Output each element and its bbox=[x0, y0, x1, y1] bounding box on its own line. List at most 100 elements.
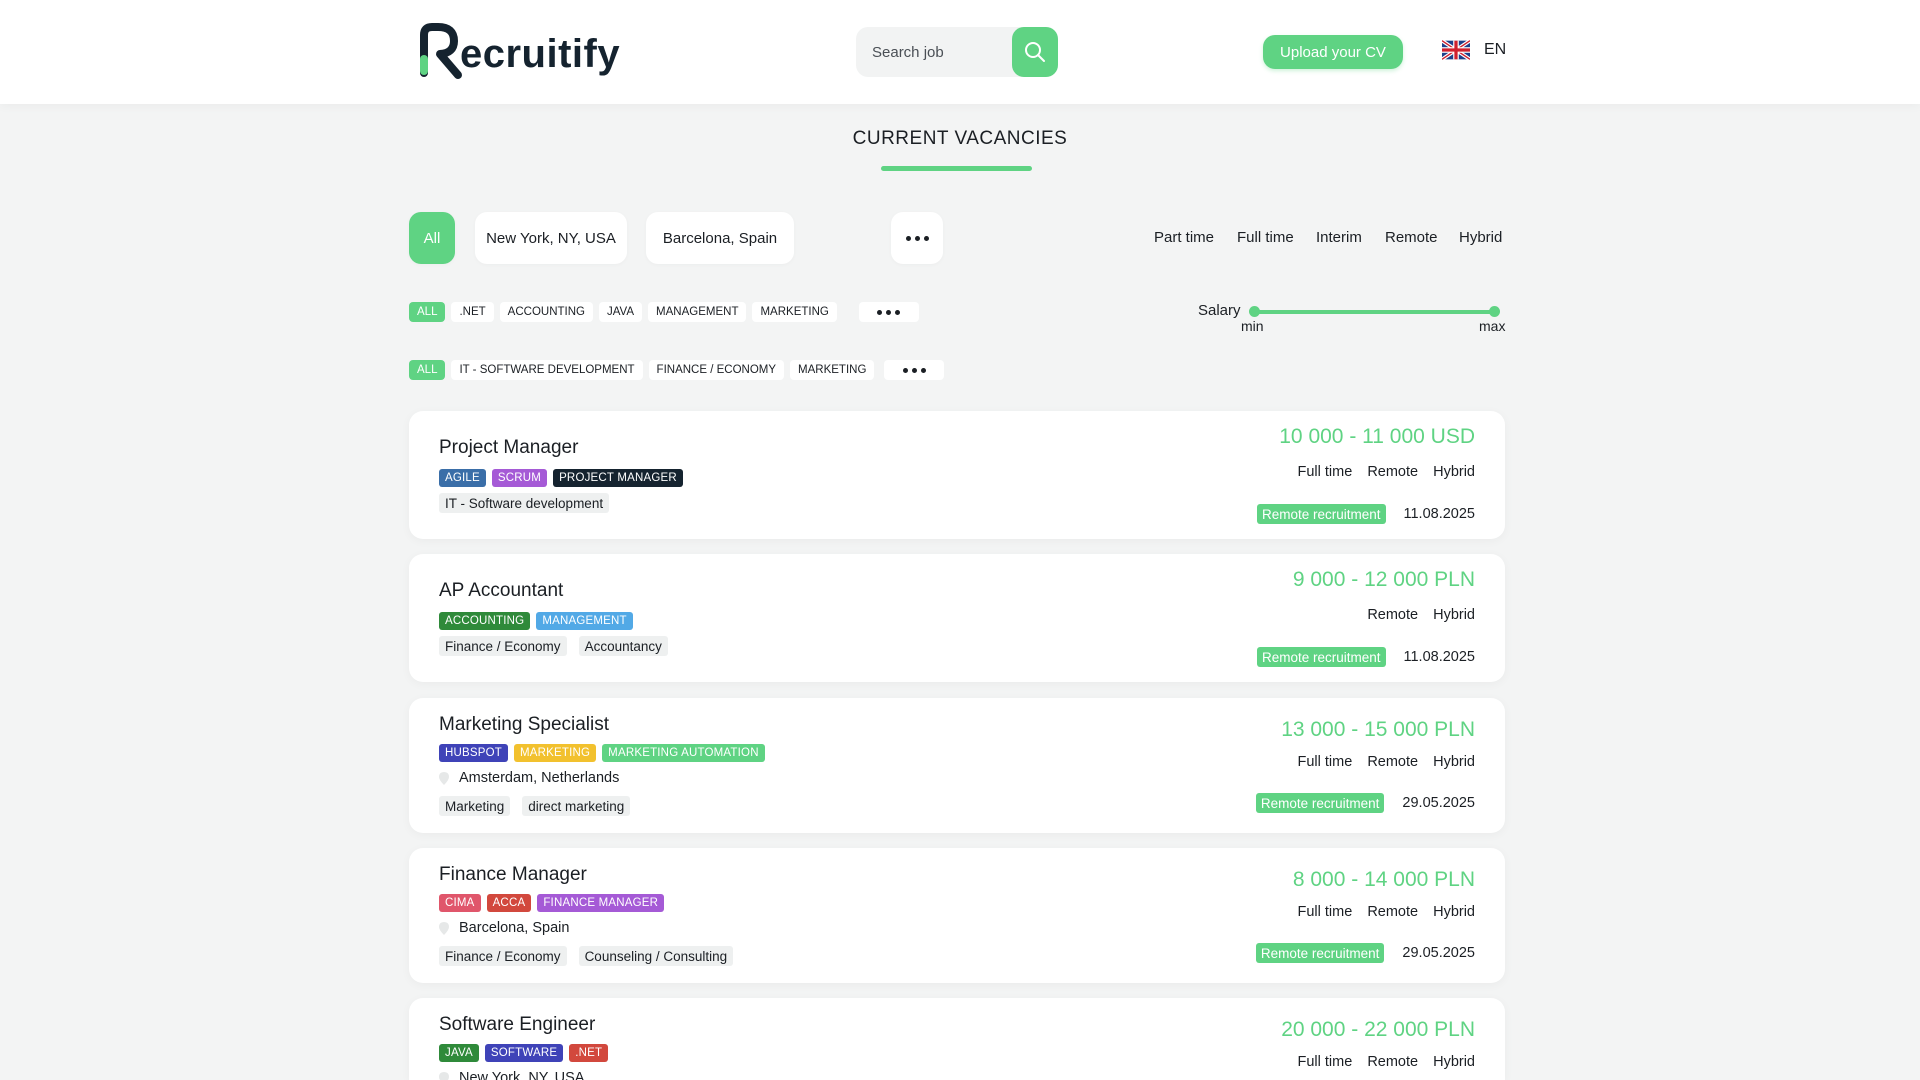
job-salary: 8 000 - 14 000 PLN bbox=[1292, 868, 1475, 891]
salary-slider-track[interactable] bbox=[1254, 310, 1496, 314]
salary-min-handle[interactable] bbox=[1249, 306, 1260, 317]
recruitify-logo[interactable]: ecruitify bbox=[414, 20, 620, 82]
upload-cv-button[interactable]: Upload your CV bbox=[1263, 35, 1403, 69]
work-type: Hybrid bbox=[1433, 464, 1475, 480]
skill-tag: MARKETING bbox=[514, 744, 597, 762]
language-selector[interactable]: EN bbox=[1442, 40, 1506, 60]
skill-tag: .NET bbox=[569, 1044, 609, 1062]
category-tag: IT - Software development bbox=[439, 493, 610, 513]
job-title[interactable]: AP Accountant bbox=[439, 580, 563, 602]
job-title[interactable]: Marketing Specialist bbox=[439, 714, 609, 736]
skill-tag: HUBSPOT bbox=[439, 744, 508, 762]
job-meta: Remote recruitment 29.05.2025 bbox=[1255, 943, 1475, 963]
worktype-remote[interactable]: Remote bbox=[1385, 229, 1438, 246]
job-location-text: Barcelona, Spain bbox=[459, 920, 570, 936]
job-card[interactable]: Finance Manager CIMA ACCA FINANCE MANAGE… bbox=[409, 848, 1505, 983]
salary-min-label: min bbox=[1241, 318, 1264, 334]
salary-max-handle[interactable] bbox=[1489, 306, 1500, 317]
work-type: Hybrid bbox=[1433, 607, 1475, 623]
job-work-types: Full time Remote Hybrid bbox=[1298, 904, 1475, 920]
skill-filter-all[interactable]: ALL bbox=[409, 302, 446, 322]
top-header: ecruitify Upload your CV EN bbox=[0, 0, 1920, 104]
skill-tag: SOFTWARE bbox=[484, 1044, 564, 1062]
job-location-text: Amsterdam, Netherlands bbox=[459, 770, 620, 786]
location-filter-barcelona[interactable]: Barcelona, Spain bbox=[646, 212, 794, 264]
job-salary: 13 000 - 15 000 PLN bbox=[1281, 718, 1475, 741]
category-tag: Accountancy bbox=[578, 636, 668, 656]
job-meta: Remote recruitment 11.08.2025 bbox=[1256, 647, 1475, 667]
job-card[interactable]: Software Engineer JAVA SOFTWARE .NET New… bbox=[409, 998, 1505, 1080]
category-tag: direct marketing bbox=[522, 796, 631, 816]
more-locations-button[interactable] bbox=[891, 212, 943, 264]
work-type: Remote bbox=[1367, 904, 1419, 920]
skill-tag: MARKETING AUTOMATION bbox=[602, 744, 765, 762]
job-salary: 20 000 - 22 000 PLN bbox=[1281, 1018, 1475, 1041]
work-type: Hybrid bbox=[1433, 904, 1475, 920]
job-skill-tags: JAVA SOFTWARE .NET bbox=[439, 1044, 609, 1062]
more-categories-button[interactable] bbox=[884, 360, 945, 380]
work-type: Remote bbox=[1367, 607, 1419, 623]
work-type: Remote bbox=[1367, 464, 1419, 480]
job-category-tags: IT - Software development bbox=[439, 493, 610, 513]
job-category-tags: Marketing direct marketing bbox=[439, 796, 631, 816]
worktype-interim[interactable]: Interim bbox=[1316, 229, 1362, 246]
job-card[interactable]: Marketing Specialist HUBSPOT MARKETING M… bbox=[409, 698, 1505, 833]
job-work-types: Full time Remote Hybrid bbox=[1298, 754, 1475, 770]
category-filter-all[interactable]: ALL bbox=[409, 360, 446, 380]
category-tag: Finance / Economy bbox=[439, 636, 567, 656]
skill-filter-marketing[interactable]: MARKETING bbox=[752, 302, 837, 322]
salary-max-label: max bbox=[1479, 318, 1506, 334]
language-code: EN bbox=[1484, 41, 1507, 58]
job-location: New York, NY, USA bbox=[439, 1070, 584, 1080]
job-date: 29.05.2025 bbox=[1402, 795, 1475, 811]
job-title[interactable]: Project Manager bbox=[439, 437, 578, 459]
job-salary: 9 000 - 12 000 PLN bbox=[1292, 568, 1475, 591]
more-skills-button[interactable] bbox=[858, 302, 919, 322]
location-pin-icon bbox=[439, 921, 449, 935]
remote-recruitment-badge: Remote recruitment bbox=[1255, 793, 1385, 813]
category-filter-marketing[interactable]: MARKETING bbox=[790, 360, 875, 380]
worktype-full-time[interactable]: Full time bbox=[1237, 229, 1294, 246]
category-filter-row: ALL IT - SOFTWARE DEVELOPMENT FINANCE / … bbox=[409, 360, 950, 380]
search-box bbox=[856, 27, 1058, 77]
skill-filter-dotnet[interactable]: .NET bbox=[451, 302, 494, 322]
page-title: CURRENT VACANCIES bbox=[852, 128, 1068, 149]
search-button[interactable] bbox=[1012, 27, 1058, 77]
skill-filter-accounting[interactable]: ACCOUNTING bbox=[499, 302, 593, 322]
job-skill-tags: CIMA ACCA FINANCE MANAGER bbox=[439, 894, 665, 912]
more-dots-icon bbox=[877, 309, 883, 315]
skill-tag: CIMA bbox=[439, 894, 481, 912]
worktype-hybrid[interactable]: Hybrid bbox=[1459, 229, 1502, 246]
worktype-part-time[interactable]: Part time bbox=[1154, 229, 1214, 246]
skill-filter-management[interactable]: MANAGEMENT bbox=[648, 302, 747, 322]
job-title[interactable]: Finance Manager bbox=[439, 864, 587, 886]
job-date: 11.08.2025 bbox=[1403, 506, 1476, 522]
job-skill-tags: HUBSPOT MARKETING MARKETING AUTOMATION bbox=[439, 744, 765, 762]
location-pin-icon bbox=[439, 1071, 449, 1080]
category-filter-it[interactable]: IT - SOFTWARE DEVELOPMENT bbox=[451, 360, 643, 380]
more-dots-icon bbox=[902, 367, 908, 373]
title-underline bbox=[881, 166, 1032, 171]
work-type: Full time bbox=[1297, 754, 1353, 770]
work-type: Remote bbox=[1367, 754, 1419, 770]
job-card[interactable]: AP Accountant ACCOUNTING MANAGEMENT Fina… bbox=[409, 554, 1505, 682]
work-type: Full time bbox=[1297, 464, 1353, 480]
job-work-types: Full time Remote Hybrid bbox=[1298, 464, 1475, 480]
job-card[interactable]: Project Manager AGILE SCRUM PROJECT MANA… bbox=[409, 411, 1505, 539]
work-type: Full time bbox=[1297, 1054, 1353, 1070]
location-pin-icon bbox=[439, 771, 449, 785]
category-tag: Marketing bbox=[439, 796, 511, 816]
skill-tag: JAVA bbox=[439, 1044, 479, 1062]
job-work-types: Full time Remote Hybrid bbox=[1298, 1054, 1475, 1070]
logo-text: ecruitify bbox=[460, 31, 621, 76]
location-filter-new-york[interactable]: New York, NY, USA bbox=[475, 212, 627, 264]
skill-tag: ACCOUNTING bbox=[439, 612, 531, 630]
job-skill-tags: AGILE SCRUM PROJECT MANAGER bbox=[439, 469, 683, 487]
search-input[interactable] bbox=[870, 42, 1014, 62]
job-category-tags: Finance / Economy Accountancy bbox=[439, 636, 668, 656]
skill-tag: MANAGEMENT bbox=[536, 612, 633, 630]
skill-filter-java[interactable]: JAVA bbox=[598, 302, 643, 322]
category-filter-finance[interactable]: FINANCE / ECONOMY bbox=[648, 360, 785, 380]
job-title[interactable]: Software Engineer bbox=[439, 1014, 595, 1036]
location-filter-all[interactable]: All bbox=[409, 212, 455, 264]
